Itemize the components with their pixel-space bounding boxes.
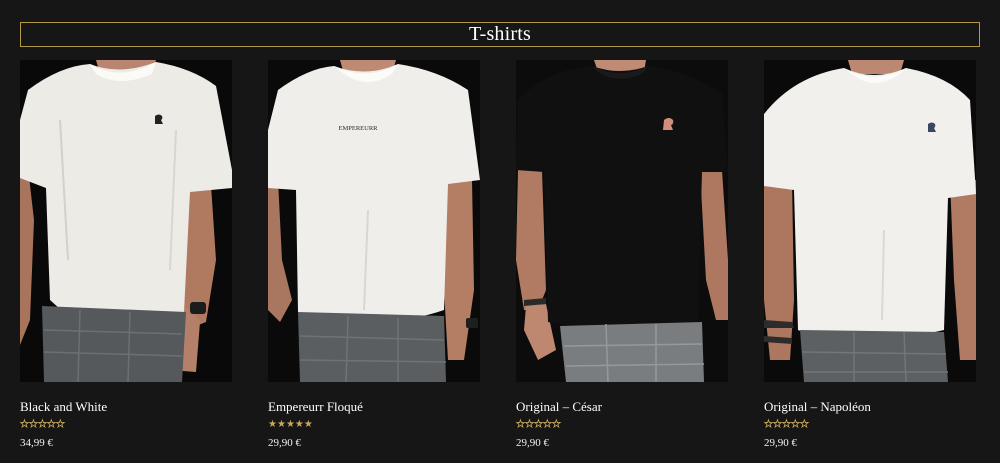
- star-icon: ★: [799, 419, 809, 431]
- star-icon: ★: [551, 419, 561, 431]
- star-icon: ★: [524, 419, 535, 431]
- star-icon: ★: [303, 419, 313, 430]
- star-icon: ★: [37, 419, 48, 431]
- star-icon: ★: [46, 419, 57, 431]
- star-icon: ★: [781, 419, 792, 431]
- product-image[interactable]: [516, 60, 728, 382]
- product-card: Black and White ★★★★★ 34,99 €: [20, 60, 232, 455]
- product-category-page: T-shirts Black and White ★★★★★ 34,99 € E…: [0, 0, 1000, 463]
- product-price: 29,90 €: [268, 437, 301, 449]
- product-card: Original – César ★★★★★ 29,90 €: [516, 60, 728, 455]
- star-rating: ★★★★★: [268, 419, 313, 431]
- product-image[interactable]: [764, 60, 976, 382]
- product-price: 29,90 €: [516, 437, 549, 449]
- product-image[interactable]: [20, 60, 232, 382]
- star-icon: ★: [285, 419, 295, 430]
- product-card: Original – Napoléon ★★★★★ 29,90 €: [764, 60, 976, 455]
- product-name[interactable]: Original – Napoléon: [764, 399, 976, 415]
- star-rating: ★★★★★: [516, 419, 562, 431]
- star-icon: ★: [764, 419, 774, 431]
- product-card: EMPEREURR Empereurr Floqué ★★★★★ 29,90 €: [268, 60, 480, 455]
- product-price: 34,99 €: [20, 437, 53, 449]
- pink-bust-logo-icon: [663, 118, 674, 130]
- shirt-print-text: EMPEREURR: [338, 125, 378, 132]
- star-icon: ★: [542, 419, 553, 431]
- star-icon: ★: [28, 419, 39, 431]
- product-name[interactable]: Empereurr Floqué: [268, 399, 480, 415]
- product-name[interactable]: Original – César: [516, 399, 728, 415]
- star-icon: ★: [533, 419, 544, 431]
- product-name[interactable]: Black and White: [20, 399, 232, 415]
- star-icon: ★: [276, 419, 286, 430]
- star-icon: ★: [268, 419, 277, 430]
- black-bust-logo-icon: [155, 114, 163, 124]
- star-icon: ★: [772, 419, 783, 431]
- product-image[interactable]: EMPEREURR: [268, 60, 480, 382]
- star-rating: ★★★★★: [764, 419, 810, 431]
- star-icon: ★: [55, 419, 65, 431]
- star-icon: ★: [790, 419, 801, 431]
- product-grid: Black and White ★★★★★ 34,99 € EMPEREURR …: [20, 60, 980, 455]
- star-icon: ★: [294, 419, 304, 430]
- product-price: 29,90 €: [764, 437, 797, 449]
- star-icon: ★: [20, 419, 30, 431]
- star-icon: ★: [516, 419, 526, 431]
- star-rating: ★★★★★: [20, 419, 66, 431]
- navy-bust-logo-icon: [928, 122, 936, 132]
- section-title: T-shirts: [20, 22, 980, 47]
